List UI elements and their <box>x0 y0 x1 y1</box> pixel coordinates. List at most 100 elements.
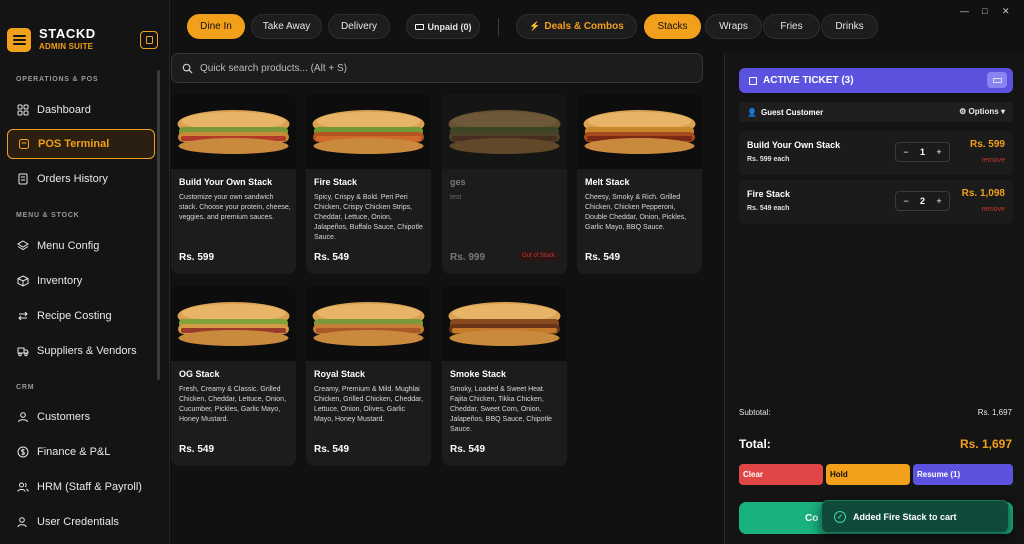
sidebar-item-suppliers[interactable]: Suppliers & Vendors <box>7 336 155 366</box>
category-fries[interactable]: Fries <box>763 14 820 39</box>
order-type-dine-in[interactable]: Dine In <box>187 14 245 39</box>
remove-link[interactable]: remove <box>982 157 1005 164</box>
unpaid-label: Unpaid (0) <box>427 21 472 32</box>
category-stacks[interactable]: Stacks <box>644 14 701 39</box>
sidebar-item-label: Inventory <box>37 275 83 287</box>
product-price: Rs. 549 <box>314 252 350 263</box>
product-search[interactable] <box>171 53 703 83</box>
category-deals-combos[interactable]: ⚡ Deals & Combos <box>516 14 637 39</box>
sidebar-item-pos-terminal[interactable]: POS Terminal <box>7 129 155 159</box>
quantity-stepper: − 2 + <box>895 191 950 211</box>
sandwich-image <box>448 302 561 346</box>
subtotal-label: Subtotal: <box>739 408 771 417</box>
arrows-icon <box>17 310 29 322</box>
sidebar: STACKD ADMIN SUITE OPERATIONS & POS Dash… <box>0 0 170 544</box>
line-item-total: Rs. 599 <box>969 139 1005 150</box>
quantity-value: 2 <box>919 196 925 206</box>
remove-link[interactable]: remove <box>982 206 1005 213</box>
sandwich-image <box>583 110 696 154</box>
hold-button[interactable]: Hold <box>826 464 910 485</box>
quantity-value: 1 <box>919 147 925 157</box>
section-label-crm: CRM <box>16 384 35 391</box>
pos-app: STACKD ADMIN SUITE OPERATIONS & POS Dash… <box>0 0 1024 544</box>
user-icon: 👤 <box>747 107 757 117</box>
sidebar-scrollbar[interactable] <box>157 70 160 380</box>
sandwich-image <box>448 110 561 154</box>
sandwich-image <box>177 302 290 346</box>
sidebar-item-customers[interactable]: Customers <box>7 402 155 432</box>
order-type-delivery[interactable]: Delivery <box>328 14 390 39</box>
product-card[interactable]: ges test Rs. 999 Out of Stock <box>442 94 567 274</box>
ticket-line-item: Fire Stack Rs. 549 each − 2 + Rs. 1,098 … <box>739 180 1013 224</box>
product-card[interactable]: OG Stack Fresh, Creamy & Classic. Grilled… <box>171 286 296 466</box>
category-drinks[interactable]: Drinks <box>821 14 878 39</box>
keyboard-icon[interactable] <box>987 72 1007 88</box>
sidebar-item-label: Recipe Costing <box>37 310 112 322</box>
ticket-line-item: Build Your Own Stack Rs. 599 each − 1 + … <box>739 131 1013 175</box>
sidebar-item-dashboard[interactable]: Dashboard <box>7 95 155 125</box>
sidebar-item-hrm[interactable]: HRM (Staff & Payroll) <box>7 472 155 502</box>
bolt-icon: ⚡ <box>529 21 541 31</box>
search-input[interactable] <box>200 62 680 74</box>
unpaid-orders-button[interactable]: Unpaid (0) <box>406 14 480 39</box>
sidebar-item-orders-history[interactable]: Orders History <box>7 164 155 194</box>
category-label: Deals & Combos <box>544 21 624 32</box>
customer-row[interactable]: 👤 Guest Customer ⚙ Options ▾ <box>739 102 1013 122</box>
product-description: Cheesy, Smoky & Rich. Grilled Chicken, C… <box>585 194 687 231</box>
pos-icon <box>18 138 30 150</box>
product-image <box>306 286 431 361</box>
sidebar-item-inventory[interactable]: Inventory <box>7 266 155 296</box>
sidebar-item-label: Dashboard <box>37 104 91 116</box>
toast-message: Added Fire Stack to cart <box>853 511 957 522</box>
sidebar-collapse-icon[interactable] <box>140 31 158 49</box>
product-image <box>442 94 567 169</box>
product-card[interactable]: Fire Stack Spicy, Crispy & Bold. Peri Per… <box>306 94 431 274</box>
product-price: Rs. 549 <box>450 444 486 455</box>
decrement-button[interactable]: − <box>900 196 912 206</box>
product-description: Smoky, Loaded & Sweet Heat. Fajita Chick… <box>450 386 552 433</box>
clear-button[interactable]: Clear <box>739 464 823 485</box>
increment-button[interactable]: + <box>933 196 945 206</box>
grid-icon <box>17 104 29 116</box>
line-item-unit-price: Rs. 549 each <box>747 205 790 212</box>
section-label-operations: OPERATIONS & POS <box>16 76 99 83</box>
options-label: Options <box>968 107 999 116</box>
increment-button[interactable]: + <box>933 147 945 157</box>
options-button[interactable]: ⚙ Options ▾ <box>959 107 1005 116</box>
dollar-icon <box>17 446 29 458</box>
brand-subtitle: ADMIN SUITE <box>39 42 94 51</box>
product-card[interactable]: Melt Stack Cheesy, Smoky & Rich. Grilled … <box>577 94 702 274</box>
line-item-name: Fire Stack <box>747 189 791 199</box>
category-wraps[interactable]: Wraps <box>705 14 762 39</box>
resume-button[interactable]: Resume (1) <box>913 464 1013 485</box>
decrement-button[interactable]: − <box>900 147 912 157</box>
section-label-menu-stock: MENU & STOCK <box>16 212 80 219</box>
product-image <box>171 286 296 361</box>
product-card[interactable]: Smoke Stack Smoky, Loaded & Sweet Heat. F… <box>442 286 567 466</box>
receipt-icon <box>17 173 29 185</box>
sidebar-item-user-credentials[interactable]: User Credentials <box>7 507 155 537</box>
sidebar-item-menu-config[interactable]: Menu Config <box>7 231 155 261</box>
line-item-total: Rs. 1,098 <box>961 188 1005 199</box>
users-icon <box>17 481 29 493</box>
search-icon <box>182 63 193 74</box>
sandwich-image <box>177 110 290 154</box>
total-label: Total: <box>739 437 771 451</box>
product-image <box>306 94 431 169</box>
product-card[interactable]: Royal Stack Creamy, Premium & Mild. Mughl… <box>306 286 431 466</box>
product-description: Customize your own sandwich stack. Choos… <box>179 194 291 221</box>
toast-notification: ✓ Added Fire Stack to cart <box>821 500 1009 533</box>
sidebar-item-recipe-costing[interactable]: Recipe Costing <box>7 301 155 331</box>
order-type-take-away[interactable]: Take Away <box>251 14 322 39</box>
stackd-logo-icon <box>7 27 31 52</box>
product-name: OG Stack <box>179 369 220 379</box>
sidebar-item-finance[interactable]: Finance & P&L <box>7 437 155 467</box>
brand: STACKD ADMIN SUITE <box>7 27 96 52</box>
ticket-icon <box>749 76 757 85</box>
minimize-icon[interactable]: — <box>960 6 969 16</box>
product-name: Fire Stack <box>314 177 358 187</box>
maximize-icon[interactable]: □ <box>982 6 987 16</box>
product-card[interactable]: Build Your Own Stack Customize your own s… <box>171 94 296 274</box>
active-ticket-header: ACTIVE TICKET (3) <box>739 68 1013 93</box>
close-icon[interactable]: ✕ <box>1002 6 1010 17</box>
